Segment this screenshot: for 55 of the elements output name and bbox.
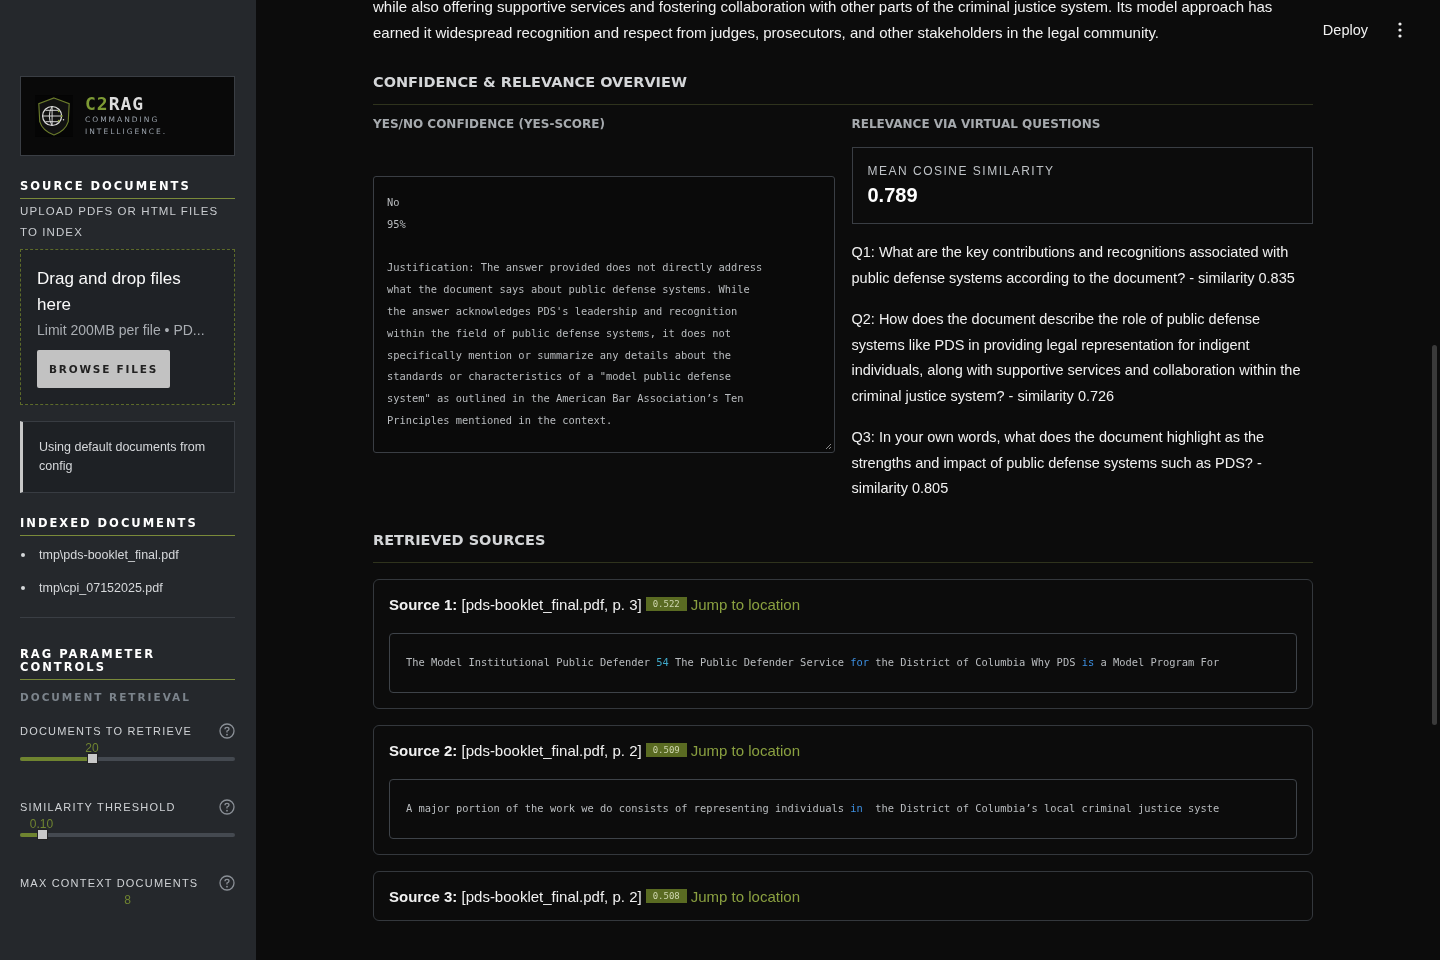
question-text: Q1: What are the key contributions and recognitions associated with public defense systems according to the document? - similarity 0.835 <box>851 243 1296 288</box>
section-title: RAG PARAMETER CONTROLS <box>20 648 235 680</box>
section-title: INDEXED DOCUMENTS <box>20 517 235 536</box>
confidence-score: 95% <box>387 216 407 232</box>
jump-link[interactable]: Jump to location <box>690 887 800 905</box>
notice-text: Using default documents from config <box>39 440 206 473</box>
answer-text: while also offering supportive services and fostering collaboration with other parts of the criminal justice system. Its model approach has earned it widespread recognition and respect from judges, prosecutors, and other stakeholders in the legal community. <box>373 0 1274 43</box>
document-item: tmp\cpi_07152025.pdf <box>39 580 163 595</box>
more-menu-icon[interactable] <box>1398 22 1402 38</box>
jump-link[interactable]: Jump to location <box>690 741 800 759</box>
confidence-verdict: No <box>387 195 401 210</box>
document-item: tmp\pds-booklet_final.pdf <box>39 548 179 562</box>
logo-wordmark: C2 RAG <box>85 94 146 114</box>
help-icon[interactable] <box>219 875 235 891</box>
deploy-button[interactable]: Deploy <box>1318 18 1372 42</box>
score-tag: 0.508 <box>645 889 687 903</box>
file-dropzone[interactable]: Drag and drop files here Limit 200MB per file • PD... BROWSE FILES <box>20 249 235 405</box>
slider-thumb[interactable] <box>36 829 48 840</box>
metric-label: MEAN COSINE SIMILARITY <box>867 164 1056 178</box>
column-heading: RELEVANCE VIA VIRTUAL QUESTIONS <box>851 117 1102 131</box>
source-title: Source 2: [pds-booklet_final.pdf, p. 2] <box>389 741 642 759</box>
source-title: Source 1: [pds-booklet_final.pdf, p. 3] <box>389 595 642 613</box>
source-snippet: The Model Institutional Public Defender 54 The Public Defender Service for the District of Columbia Why PDS is a Model Program For <box>406 655 1220 668</box>
source-title: Source 3: [pds-booklet_final.pdf, p. 2] <box>389 887 642 905</box>
question-text: Q2: How does the document describe the role of public defense systems like PDS in providing legal representation for indigent individuals, along with supportive services and collaboration within the criminal justice system? - similarity 0.726 <box>851 310 1302 406</box>
score-tag: 0.522 <box>645 597 687 611</box>
upload-caption: UPLOAD PDFS OR HTML FILES TO INDEX <box>20 204 220 240</box>
score-tag: 0.509 <box>645 743 687 757</box>
slider-value: 0.10 <box>29 817 54 831</box>
section-heading: RETRIEVED SOURCES <box>373 531 547 548</box>
dropzone-limit: Limit 200MB per file • PD... <box>37 322 206 338</box>
section-title: SOURCE DOCUMENTS <box>20 180 235 199</box>
confidence-text-area[interactable] <box>373 176 835 453</box>
slider-value: 8 <box>124 893 131 907</box>
metric-value: 0.789 <box>867 184 919 207</box>
slider-label: MAX CONTEXT DOCUMENTS <box>20 877 199 889</box>
column-heading: YES/NO CONFIDENCE (YES-SCORE) <box>373 117 606 131</box>
slider-value: 20 <box>85 741 99 755</box>
jump-link[interactable]: Jump to location <box>690 595 800 613</box>
bullet-icon <box>21 585 25 590</box>
slider-label: DOCUMENTS TO RETRIEVE <box>20 725 193 737</box>
shield-globe-icon <box>35 94 73 138</box>
question-text: Q3: In your own words, what does the document highlight as the strengths and impact of public defense systems such as PDS? - similarity 0.805 <box>851 428 1266 498</box>
dropzone-title: Drag and drop files here <box>37 268 182 316</box>
slider-label: SIMILARITY THRESHOLD <box>20 801 176 813</box>
source-snippet: A major portion of the work we do consists of representing individuals in the District of Columbia’s local criminal justice syste <box>406 801 1220 814</box>
section-heading: CONFIDENCE & RELEVANCE OVERVIEW <box>373 74 688 90</box>
bullet-icon <box>21 553 25 557</box>
subsection-title: DOCUMENT RETRIEVAL <box>20 691 192 703</box>
resize-handle-icon[interactable] <box>823 441 832 450</box>
help-icon[interactable] <box>219 723 235 739</box>
browse-files-button[interactable]: BROWSE FILES <box>37 350 171 388</box>
slider-thumb[interactable] <box>87 753 98 764</box>
justification-text: Justification: The answer provided does not directly address what the document says about public defense systems. While the answer acknowledges PDS's leadership and recognition within the field of public defense systems, it does not specifically mention or summarize any details about the standards or characteristics of a "model public defense system" as outlined in the American Bar Association’s Ten Principles mentioned in the context. <box>387 260 764 428</box>
help-icon[interactable] <box>219 799 235 815</box>
